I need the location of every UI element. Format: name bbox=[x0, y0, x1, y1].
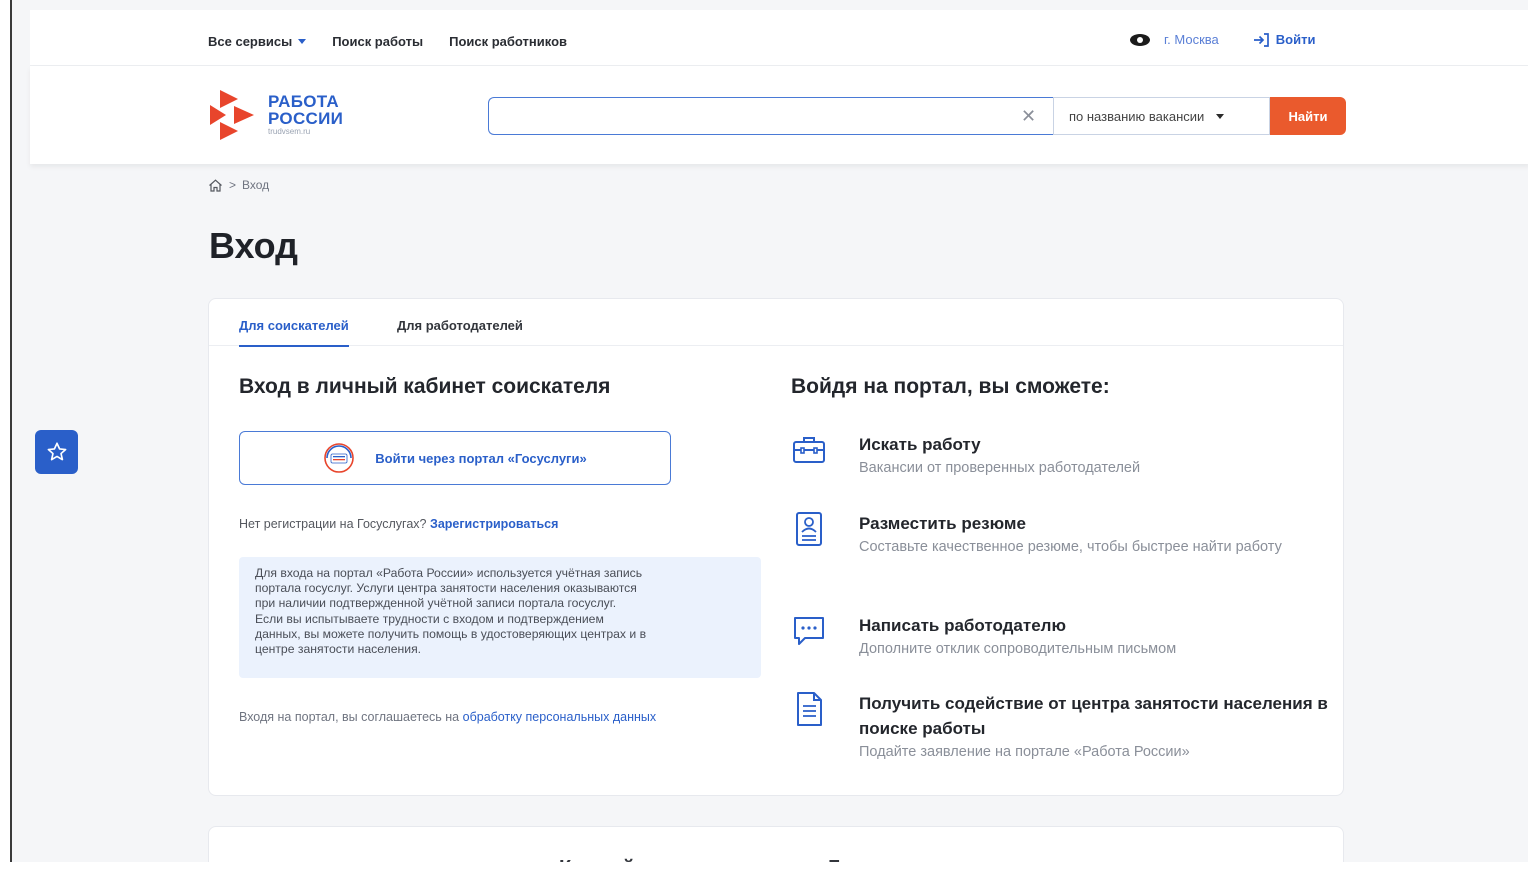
feature-title: Написать работодателю bbox=[859, 616, 1066, 635]
info-line: центре занятости населения. bbox=[255, 642, 422, 657]
search-type-value: по названию вакансии bbox=[1069, 108, 1205, 124]
no-registration-text: Нет регистрации на Госуслугах? bbox=[239, 517, 427, 531]
feature-subtitle: Подайте заявление на портале «Работа Рос… bbox=[859, 744, 1190, 760]
nav-worker-search[interactable]: Поиск работников bbox=[449, 34, 567, 49]
register-link[interactable]: Зарегистрироваться bbox=[430, 517, 558, 531]
role-tabs: Для соискателей Для работодателей bbox=[209, 299, 1343, 347]
login-card: Для соискателей Для работодателей Вход в… bbox=[208, 298, 1344, 796]
tab-job-seekers[interactable]: Для соискателей bbox=[239, 318, 349, 347]
home-icon[interactable] bbox=[208, 178, 223, 192]
gosuslugi-login-button[interactable]: Войти через портал «Госуслуги» bbox=[239, 431, 671, 485]
chevron-down-icon bbox=[1216, 113, 1225, 119]
breadcrumb: > Вход bbox=[208, 178, 269, 192]
top-navigation: Все сервисы Поиск работы Поиск работнико… bbox=[30, 10, 1528, 66]
breadcrumb-separator: > bbox=[229, 178, 237, 192]
briefcase-icon bbox=[793, 437, 825, 463]
personal-data-link[interactable]: обработку персональных данных bbox=[463, 710, 656, 724]
info-line: Для входа на портал «Работа России» испо… bbox=[255, 566, 643, 580]
feature-subtitle: Составьте качественное резюме, чтобы быс… bbox=[859, 539, 1282, 555]
chat-icon bbox=[794, 617, 824, 645]
feature-subtitle: Вакансии от проверенных работодателей bbox=[859, 460, 1141, 476]
resume-icon bbox=[796, 512, 822, 546]
screen-bottom-edge bbox=[0, 862, 1528, 877]
search-input[interactable] bbox=[488, 97, 1053, 135]
tab-employers[interactable]: Для работодателей bbox=[397, 318, 523, 345]
accessibility-eye-icon[interactable] bbox=[1130, 33, 1150, 46]
logo-arrows-icon bbox=[210, 90, 254, 140]
site-logo[interactable]: РАБОТА РОССИИ trudvsem.ru bbox=[208, 88, 343, 142]
feature-subtitle: Дополните отклик сопроводительным письмо… bbox=[859, 641, 1177, 657]
gosuslugi-logo-icon bbox=[324, 443, 355, 473]
search-type-select[interactable]: по названию вакансии bbox=[1053, 97, 1270, 135]
feature-title: Разместить резюме bbox=[859, 514, 1026, 533]
top-right-controls: г. Москва Войти bbox=[1130, 32, 1315, 47]
consent-text: Входя на портал, вы соглашаетесь на bbox=[239, 710, 460, 724]
nav-job-search[interactable]: Поиск работы bbox=[332, 34, 423, 49]
no-registration-line: Нет регистрации на Госуслугах? Зарегистр… bbox=[239, 517, 558, 531]
favorites-button[interactable] bbox=[35, 430, 78, 474]
info-line: Если вы испытываете трудности с входом и… bbox=[255, 611, 604, 626]
clear-search-icon[interactable]: ✕ bbox=[1021, 106, 1036, 127]
feature-title: Искать работу bbox=[859, 435, 981, 454]
main-nav: Все сервисы Поиск работы Поиск работнико… bbox=[208, 34, 567, 49]
site-header: РАБОТА РОССИИ trudvsem.ru ✕ по названию … bbox=[30, 66, 1528, 164]
search-button[interactable]: Найти bbox=[1270, 97, 1346, 135]
logo-domain: trudvsem.ru bbox=[268, 127, 311, 136]
logo-wordmark: РАБОТА РОССИИ trudvsem.ru bbox=[268, 93, 343, 137]
login-heading: Вход в личный кабинет соискателя bbox=[239, 375, 611, 398]
feature-title: Получить содействие от центра занятости … bbox=[859, 694, 1328, 738]
star-icon bbox=[47, 442, 66, 461]
consent-line: Входя на портал, вы соглашаетесь на обра… bbox=[239, 710, 656, 724]
features-heading: Войдя на портал, вы сможете: bbox=[791, 375, 1110, 398]
login-label: Войти bbox=[1275, 32, 1316, 47]
city-selector[interactable]: г. Москва bbox=[1164, 32, 1219, 47]
info-line: портала госуслуг. Услуги центра занятост… bbox=[255, 581, 637, 596]
login-arrow-icon bbox=[1253, 32, 1269, 47]
breadcrumb-current: Вход bbox=[242, 178, 270, 192]
document-icon bbox=[797, 692, 822, 726]
logo-line1: РАБОТА bbox=[268, 92, 339, 111]
logo-line2: РОССИИ bbox=[268, 109, 344, 128]
login-link[interactable]: Войти bbox=[1253, 32, 1316, 47]
all-services-label: Все сервисы bbox=[208, 34, 293, 49]
info-notice: Для входа на портал «Работа России» испо… bbox=[239, 557, 761, 678]
page-title: Вход bbox=[209, 225, 299, 266]
info-line: при наличии подтвержденной учётной запис… bbox=[255, 596, 617, 611]
info-line: данных, вы можете получить помощь в удос… bbox=[255, 626, 647, 641]
all-services-menu[interactable]: Все сервисы bbox=[208, 34, 307, 49]
browser-viewport: Все сервисы Поиск работы Поиск работнико… bbox=[10, 0, 1528, 877]
chevron-down-icon bbox=[298, 39, 307, 44]
search-bar: ✕ по названию вакансии Найти bbox=[488, 97, 1346, 135]
gosuslugi-button-label: Войти через портал «Госуслуги» bbox=[375, 450, 587, 466]
